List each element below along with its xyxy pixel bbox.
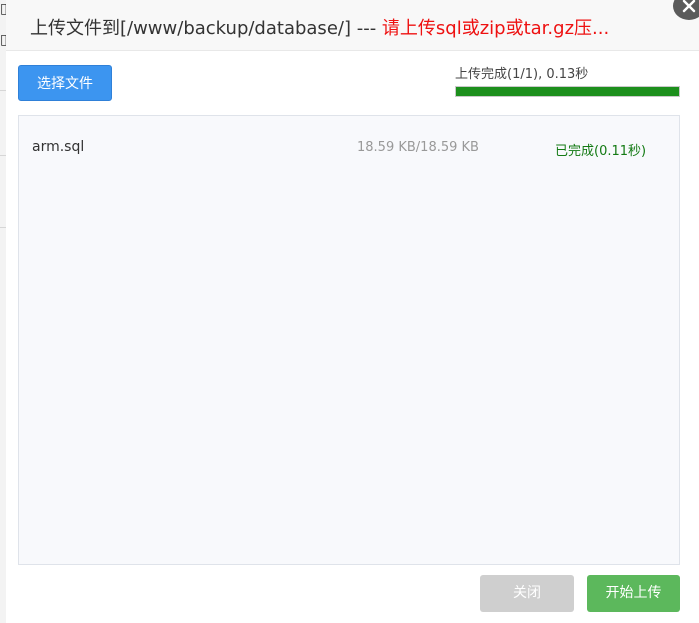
dialog-title: 上传文件到[/www/backup/database/] --- 请上传sql或… [30,14,609,40]
progress-text: 上传完成(1/1), 0.13秒 [455,67,589,82]
file-row: arm.sql 18.59 KB/18.59 KB 已完成(0.11秒) [19,116,679,180]
title-path: 上传文件到[/www/backup/database/] --- [30,18,382,39]
choose-file-button[interactable]: 选择文件 [18,65,112,101]
progress-fill [456,87,679,96]
progress-bar [455,86,680,97]
dialog-header: 上传文件到[/www/backup/database/] --- 请上传sql或… [6,0,699,51]
start-upload-button[interactable]: 开始上传 [587,575,680,612]
upload-dialog: 上传文件到[/www/backup/database/] --- 请上传sql或… [6,0,699,623]
file-status: 已完成(0.11秒) [555,144,647,159]
file-size: 18.59 KB/18.59 KB [357,140,479,155]
title-warning: 请上传sql或zip或tar.gz压... [381,18,610,39]
close-icon [682,0,696,13]
close-button[interactable]: 关闭 [480,575,574,612]
file-list: arm.sql 18.59 KB/18.59 KB 已完成(0.11秒) [18,115,680,565]
file-name: arm.sql [32,139,85,155]
